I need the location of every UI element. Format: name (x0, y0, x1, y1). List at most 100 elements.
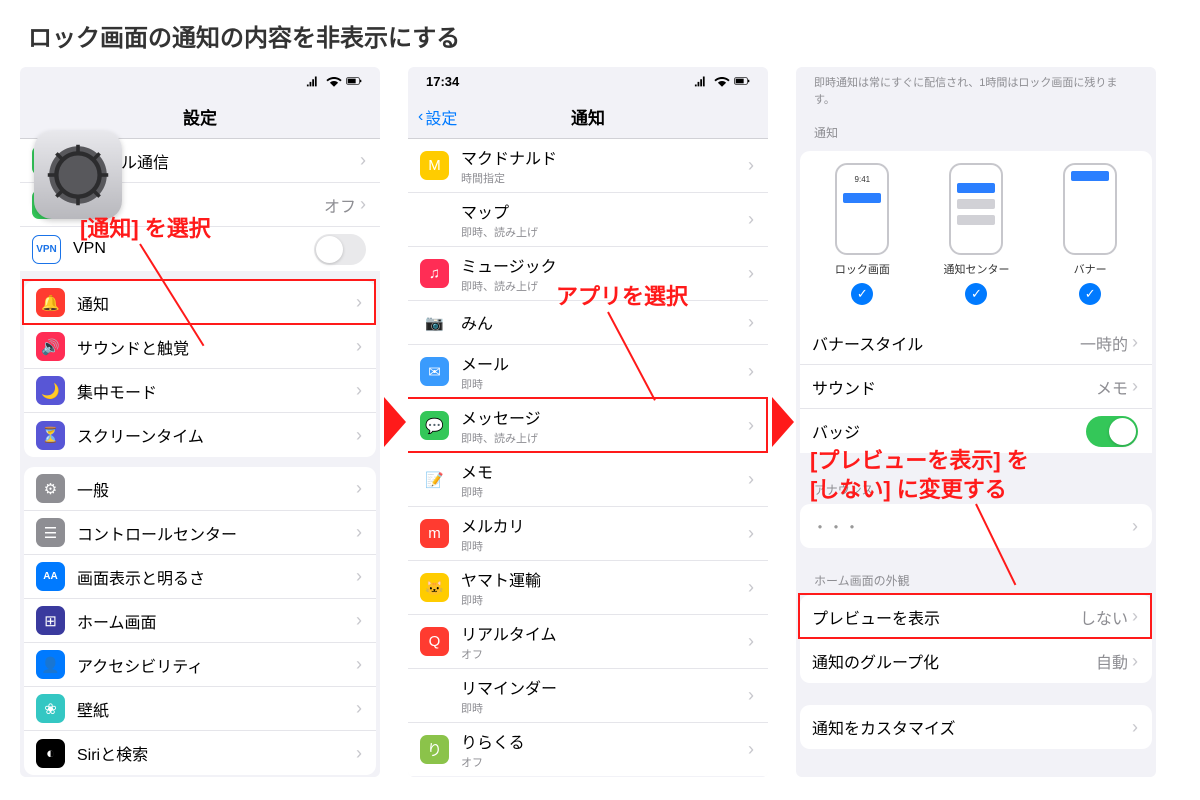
toggle-switch[interactable] (314, 234, 366, 265)
settings-row[interactable]: ☰コントロールセンター› (24, 511, 376, 555)
row-label: Siriと検索 (77, 741, 356, 765)
app-icon: ⋮ (420, 681, 449, 710)
row-label: プレビューを表示 (812, 605, 1080, 629)
settings-row[interactable]: 通知をカスタマイズ› (800, 705, 1152, 749)
settings-row[interactable]: ⏳ スクリーンタイム› (24, 413, 376, 457)
row-label: メルカリ (461, 513, 748, 537)
settings-row[interactable]: 💬メッセージ即時、読み上げ› (408, 399, 768, 453)
chevron-icon: › (360, 194, 366, 215)
back-button[interactable]: ‹ 設定 (418, 105, 457, 129)
settings-row[interactable]: 🐱ヤマト運輸即時› (408, 561, 768, 615)
settings-row[interactable]: バッジ (800, 409, 1152, 453)
settings-row[interactable]: AA画面表示と明るさ› (24, 555, 376, 599)
chevron-icon: › (748, 415, 754, 436)
settings-row[interactable]: Mマクドナルド時間指定› (408, 139, 768, 193)
check-icon: ✓ (965, 283, 987, 305)
nav-header: ‹ 設定 通知 (408, 95, 768, 139)
row-label: 一般 (77, 477, 356, 501)
settings-row[interactable]: ◐ Siriと検索› (24, 731, 376, 775)
notif-type-option[interactable]: バナー✓ (1063, 163, 1117, 305)
settings-row[interactable]: ♫ミュージック即時、読み上げ› (408, 247, 768, 301)
row-sublabel: 即時 (461, 538, 748, 554)
row-label: コントロールセンター (77, 521, 356, 545)
app-icon: Q (420, 627, 449, 656)
row-label: ヤマト運輸 (461, 567, 748, 591)
app-icon: ⏳ (36, 421, 65, 450)
page-title: ロック画面の通知の内容を非表示にする (0, 0, 1200, 67)
chevron-icon: › (360, 150, 366, 171)
app-icon: ◐ (36, 739, 65, 768)
chevron-icon: › (356, 336, 362, 357)
settings-row[interactable]: 🔊サウンドと触覚› (24, 325, 376, 369)
check-icon: ✓ (851, 283, 873, 305)
info-note: 即時通知は常にすぐに配信され、1時間はロック画面に残ります。 (796, 67, 1156, 114)
app-icon: 📷 (420, 308, 449, 337)
row-label: 集中モード (77, 379, 356, 403)
settings-row[interactable]: 🗺マップ即時、読み上げ› (408, 193, 768, 247)
notif-type-option[interactable]: 通知センター✓ (943, 163, 1009, 305)
settings-row[interactable]: バナースタイル一時的› (800, 321, 1152, 365)
row-announce[interactable]: ・・・› (800, 504, 1152, 548)
chevron-icon: › (356, 425, 362, 446)
settings-row[interactable]: サウンドメモ› (800, 365, 1152, 409)
settings-row[interactable]: ⋮リマインダー即時› (408, 669, 768, 723)
row-label: リアルタイム (461, 621, 748, 645)
chevron-icon: › (356, 654, 362, 675)
section-header: ホーム画面の外観 (796, 562, 1156, 593)
section-header: 通知 (796, 114, 1156, 145)
chevron-icon: › (356, 610, 362, 631)
settings-row[interactable]: 👤アクセシビリティ› (24, 643, 376, 687)
row-value: メモ (1096, 375, 1128, 399)
row-sublabel: 即時 (461, 700, 748, 716)
settings-row[interactable]: プレビューを表示しない› (800, 595, 1152, 639)
settings-app-icon (34, 131, 122, 219)
row-sublabel: オフ (461, 646, 748, 662)
check-icon: ✓ (1079, 283, 1101, 305)
settings-row[interactable]: 通知のグループ化自動› (800, 639, 1152, 683)
row-label: 通知をカスタマイズ (812, 715, 1132, 739)
chevron-icon: › (356, 566, 362, 587)
chevron-icon: › (748, 263, 754, 284)
chevron-icon: › (748, 361, 754, 382)
chevron-icon: › (1132, 717, 1138, 738)
settings-row[interactable]: VPNVPN (20, 227, 380, 271)
app-icon: VPN (32, 235, 61, 264)
settings-row[interactable]: 📷みん› (408, 301, 768, 345)
row-sublabel: 即時 (461, 592, 748, 608)
app-icon: 💬 (420, 411, 449, 440)
app-icon: り (420, 735, 449, 764)
row-label: 通知 (77, 291, 356, 315)
chevron-icon: › (748, 685, 754, 706)
settings-row[interactable]: mメルカリ即時› (408, 507, 768, 561)
row-value: しない (1080, 605, 1128, 629)
settings-row[interactable]: りりらくるオフ› (408, 723, 768, 776)
notif-type-label: ロック画面 (835, 261, 890, 277)
settings-row[interactable]: 🌙集中モード› (24, 369, 376, 413)
row-sublabel: 時間指定 (461, 170, 748, 186)
row-value: 一時的 (1080, 331, 1128, 355)
row-label: メモ (461, 459, 748, 483)
settings-row[interactable]: ⊞ホーム画面› (24, 599, 376, 643)
app-icon: 📝 (420, 465, 449, 494)
settings-row[interactable]: 📝メモ即時› (408, 453, 768, 507)
notif-type-option[interactable]: ロック画面 ✓ (835, 163, 890, 305)
row-sublabel: 即時、読み上げ (461, 430, 748, 446)
settings-row[interactable]: 🔔通知› (24, 281, 376, 325)
status-bar (20, 67, 380, 95)
settings-row[interactable]: Qリアルタイムオフ› (408, 615, 768, 669)
app-icon: m (420, 519, 449, 548)
app-icon: 🐱 (420, 573, 449, 602)
row-sublabel: 即時、読み上げ (461, 278, 748, 294)
row-label: 通知のグループ化 (812, 649, 1096, 673)
row-value: 自動 (1096, 649, 1128, 673)
chevron-icon: › (356, 743, 362, 764)
settings-row[interactable]: ✉メール即時› (408, 345, 768, 399)
app-icon: ♫ (420, 259, 449, 288)
app-icon: 🔔 (36, 288, 65, 317)
phones-row: 設定 📶モバイル通信›🔗オフ›VPNVPN 🔔通知›🔊サウンドと触覚›🌙集中モー… (0, 67, 1200, 777)
toggle-switch[interactable] (1086, 416, 1138, 447)
settings-row[interactable]: ⚙一般› (24, 467, 376, 511)
settings-row[interactable]: ❀壁紙› (24, 687, 376, 731)
row-sublabel: オフ (461, 754, 748, 770)
row-label: スクリーンタイム (77, 423, 356, 447)
